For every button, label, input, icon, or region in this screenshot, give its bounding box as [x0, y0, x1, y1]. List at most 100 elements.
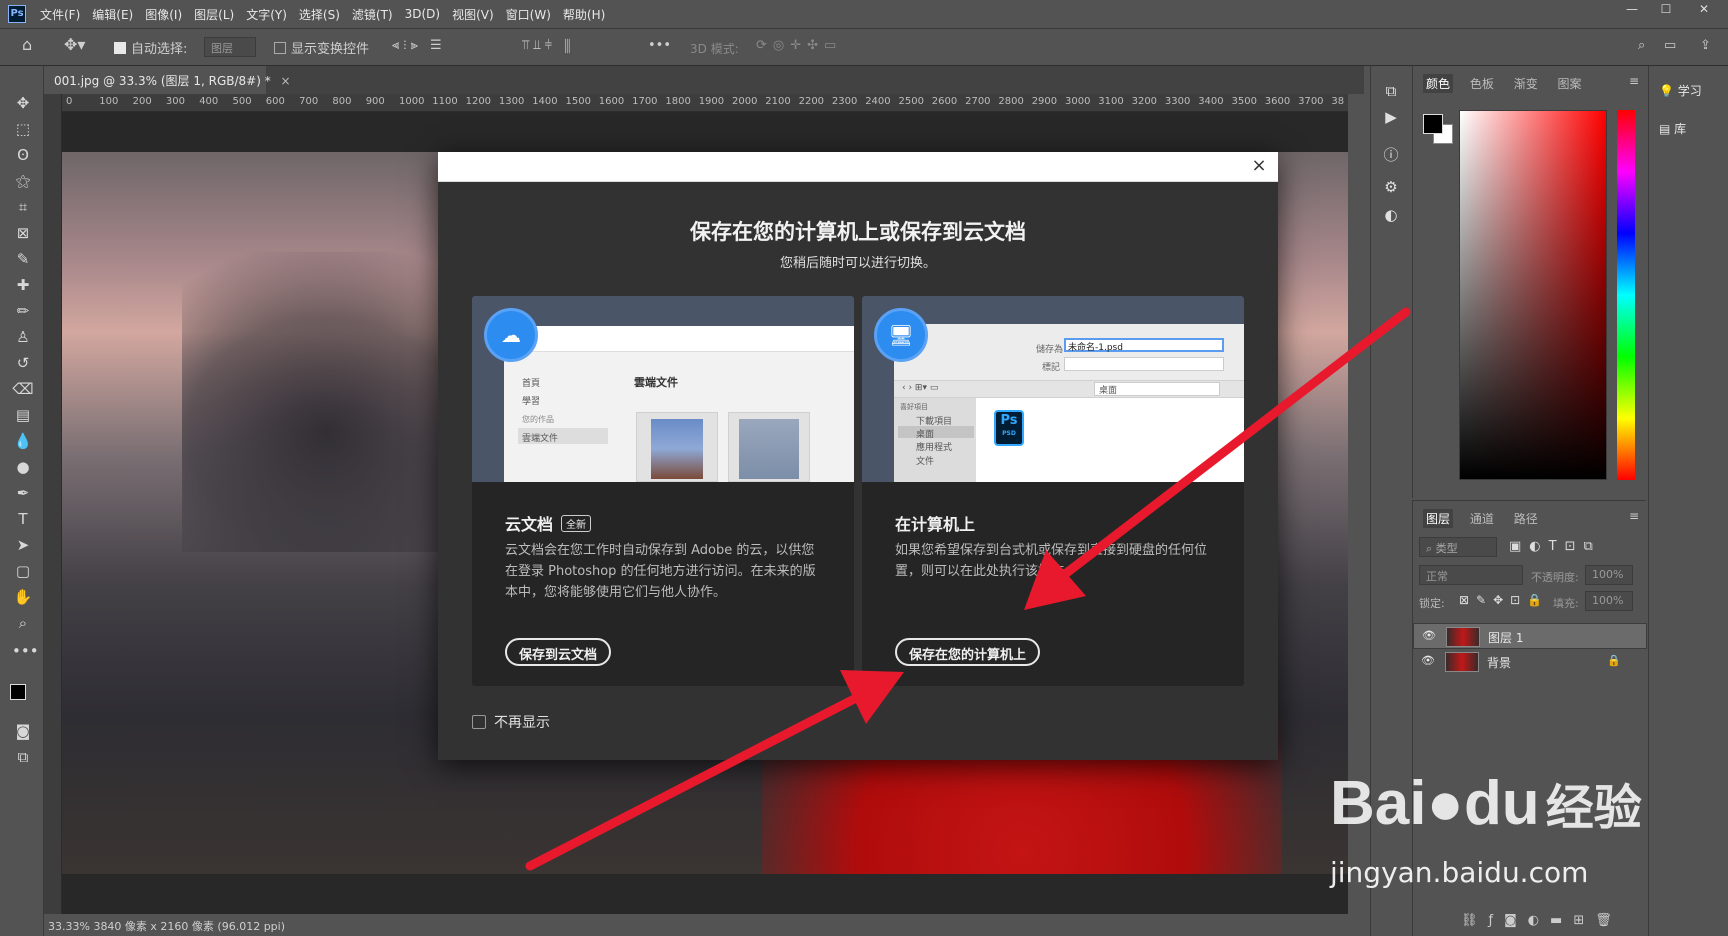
layer-filter-dropdown[interactable]: ⌕ 类型: [1419, 537, 1497, 557]
dodge-tool-icon[interactable]: ●: [12, 456, 34, 478]
quick-mask-icon[interactable]: ◙: [12, 720, 34, 742]
fill-label: 填充:: [1553, 597, 1579, 610]
menu-3d[interactable]: 3D(D): [405, 7, 440, 21]
magic-wand-icon[interactable]: ⚝: [12, 170, 34, 192]
lock-icon: 🔒: [1607, 654, 1621, 667]
fill-field[interactable]: 100%: [1585, 591, 1633, 611]
menu-window[interactable]: 窗口(W): [506, 6, 551, 23]
ruler-tick: 700: [299, 96, 319, 107]
gradient-tool-icon[interactable]: ▤: [12, 404, 34, 426]
hand-tool-icon[interactable]: ✋: [12, 586, 34, 608]
menu-select[interactable]: 选择(S): [299, 6, 340, 23]
eyedropper-icon[interactable]: ✎: [12, 248, 34, 270]
frame-tool-icon[interactable]: ⊠: [12, 222, 34, 244]
maximize-icon[interactable]: ☐: [1652, 2, 1680, 22]
hue-slider[interactable]: [1617, 110, 1635, 480]
visibility-eye-icon[interactable]: 👁: [1421, 654, 1435, 667]
save-on-computer-button[interactable]: 保存在您的计算机上: [895, 638, 1041, 666]
menu-layer[interactable]: 图层(L): [194, 6, 234, 23]
blur-tool-icon[interactable]: 💧: [12, 430, 34, 452]
lasso-tool-icon[interactable]: ʘ: [12, 144, 34, 166]
search-icon[interactable]: ⌕: [1638, 38, 1645, 53]
tab-color[interactable]: 颜色: [1423, 74, 1454, 93]
ruler-tick: 3400: [1198, 96, 1224, 107]
panel-menu-icon[interactable]: ≡: [1629, 509, 1639, 523]
foreground-background-swatch[interactable]: [10, 684, 36, 710]
shape-tool-icon[interactable]: ▢: [12, 560, 34, 582]
layer-row[interactable]: 👁 背景 🔒: [1413, 649, 1647, 675]
opacity-field[interactable]: 100%: [1585, 565, 1633, 585]
pen-tool-icon[interactable]: ✒: [12, 482, 34, 504]
dont-show-again-checkbox[interactable]: 不再显示: [472, 712, 550, 732]
menu-filter[interactable]: 滤镜(T): [352, 6, 393, 23]
healing-brush-icon[interactable]: ✚: [12, 274, 34, 296]
menu-help[interactable]: 帮助(H): [563, 6, 605, 23]
edit-toolbar-icon[interactable]: •••: [12, 640, 39, 662]
3d-mode-icons[interactable]: ⟳◎✛✣▭: [756, 38, 842, 53]
type-tool-icon[interactable]: T: [12, 508, 34, 530]
cloud-documents-card[interactable]: 首頁 學習 您的作品 雲端文件 雲端文件 ☁ 云文档 全新 云文档会在您工作时自动…: [472, 296, 854, 686]
zoom-tool-icon[interactable]: ⌕: [12, 612, 34, 634]
visibility-eye-icon[interactable]: 👁: [1422, 629, 1436, 642]
minimize-icon[interactable]: —: [1618, 2, 1646, 22]
distribute-icons[interactable]: ⫪⫫⫩ ⫼: [522, 38, 574, 53]
panel-menu-icon[interactable]: ≡: [1629, 74, 1639, 88]
more-options-icon[interactable]: •••: [648, 38, 671, 53]
tab-channels[interactable]: 通道: [1467, 509, 1497, 528]
auto-select-checkbox[interactable]: 自动选择:: [114, 38, 187, 57]
properties-icon[interactable]: ⚙: [1381, 178, 1401, 198]
share-icon[interactable]: ⇪: [1700, 38, 1711, 53]
document-tab[interactable]: 001.jpg @ 33.3% (图层 1, RGB/8#) * ×: [44, 66, 291, 94]
library-button[interactable]: ▤ 库: [1659, 120, 1686, 137]
menu-file[interactable]: 文件(F): [40, 6, 80, 23]
align-icons[interactable]: ⫷⫶⫸ ☰: [392, 38, 446, 53]
save-to-cloud-button[interactable]: 保存到云文档: [505, 638, 612, 666]
cloud-mock-nav-work: 您的作品: [522, 415, 554, 424]
color-swatch-fg-bg[interactable]: [1423, 114, 1455, 146]
document-tab-title: 001.jpg @ 33.3% (图层 1, RGB/8#) *: [54, 74, 271, 88]
adjustments-icon[interactable]: ◐: [1381, 206, 1401, 226]
tab-swatches[interactable]: 色板: [1467, 74, 1497, 93]
home-icon[interactable]: ⌂: [22, 35, 32, 54]
auto-select-target-dropdown[interactable]: 图层: [204, 37, 256, 57]
clone-stamp-icon[interactable]: ♙: [12, 326, 34, 348]
brush-tool-icon[interactable]: ✏: [12, 300, 34, 322]
layer-actions-icons[interactable]: ⛓ƒ◙◐▬⊞🗑: [1461, 913, 1623, 928]
marquee-tool-icon[interactable]: ⬚: [12, 118, 34, 140]
crop-tool-icon[interactable]: ⌗: [12, 196, 34, 218]
menu-edit[interactable]: 编辑(E): [92, 6, 133, 23]
layer-row[interactable]: 👁 图层 1: [1413, 623, 1647, 649]
close-window-icon[interactable]: ✕: [1690, 2, 1718, 22]
close-dialog-button[interactable]: ×: [1248, 155, 1270, 177]
eraser-icon[interactable]: ⌫: [12, 378, 34, 400]
close-tab-icon[interactable]: ×: [281, 74, 291, 88]
workspace-icon[interactable]: ▭: [1664, 38, 1676, 53]
tab-paths[interactable]: 路径: [1511, 509, 1541, 528]
history-brush-icon[interactable]: ↺: [12, 352, 34, 374]
tab-layers[interactable]: 图层: [1423, 509, 1454, 528]
on-computer-card[interactable]: 儲存為 未命名-1.psd 標記 ‹ › ⊞▾ ▭ 桌面 喜好項目 下載項目 桌…: [862, 296, 1244, 686]
menu-image[interactable]: 图像(I): [145, 6, 182, 23]
actions-play-icon[interactable]: ▶: [1381, 108, 1401, 128]
info-icon[interactable]: ⓘ: [1381, 144, 1401, 164]
move-tool-icon[interactable]: ✥▾: [64, 35, 85, 54]
blend-mode-dropdown[interactable]: 正常: [1419, 565, 1523, 585]
cloud-heading: 云文档 全新: [505, 511, 592, 535]
lock-icons[interactable]: ⊠✎✥⊡🔒: [1459, 593, 1549, 607]
color-field[interactable]: [1459, 110, 1607, 480]
learn-button[interactable]: 💡 学习: [1659, 82, 1702, 99]
local-heading: 在计算机上: [895, 515, 976, 534]
move-tool-icon[interactable]: ✥: [12, 92, 34, 114]
menu-type[interactable]: 文字(Y): [246, 6, 287, 23]
watermark-brand-2: du: [1463, 769, 1540, 838]
tab-gradients[interactable]: 渐变: [1511, 74, 1541, 93]
layer-filter-icons[interactable]: ▣◐T⊡⧉: [1509, 539, 1601, 554]
menu-view[interactable]: 视图(V): [452, 6, 494, 23]
screen-mode-icon[interactable]: ⧉: [12, 746, 34, 768]
ruler-tick: 1400: [532, 96, 558, 107]
show-transform-checkbox[interactable]: 显示变换控件: [274, 38, 369, 57]
path-select-icon[interactable]: ➤: [12, 534, 34, 556]
history-icon[interactable]: ⧉: [1381, 82, 1401, 102]
new-badge: 全新: [561, 515, 592, 532]
tab-patterns[interactable]: 图案: [1555, 74, 1585, 93]
